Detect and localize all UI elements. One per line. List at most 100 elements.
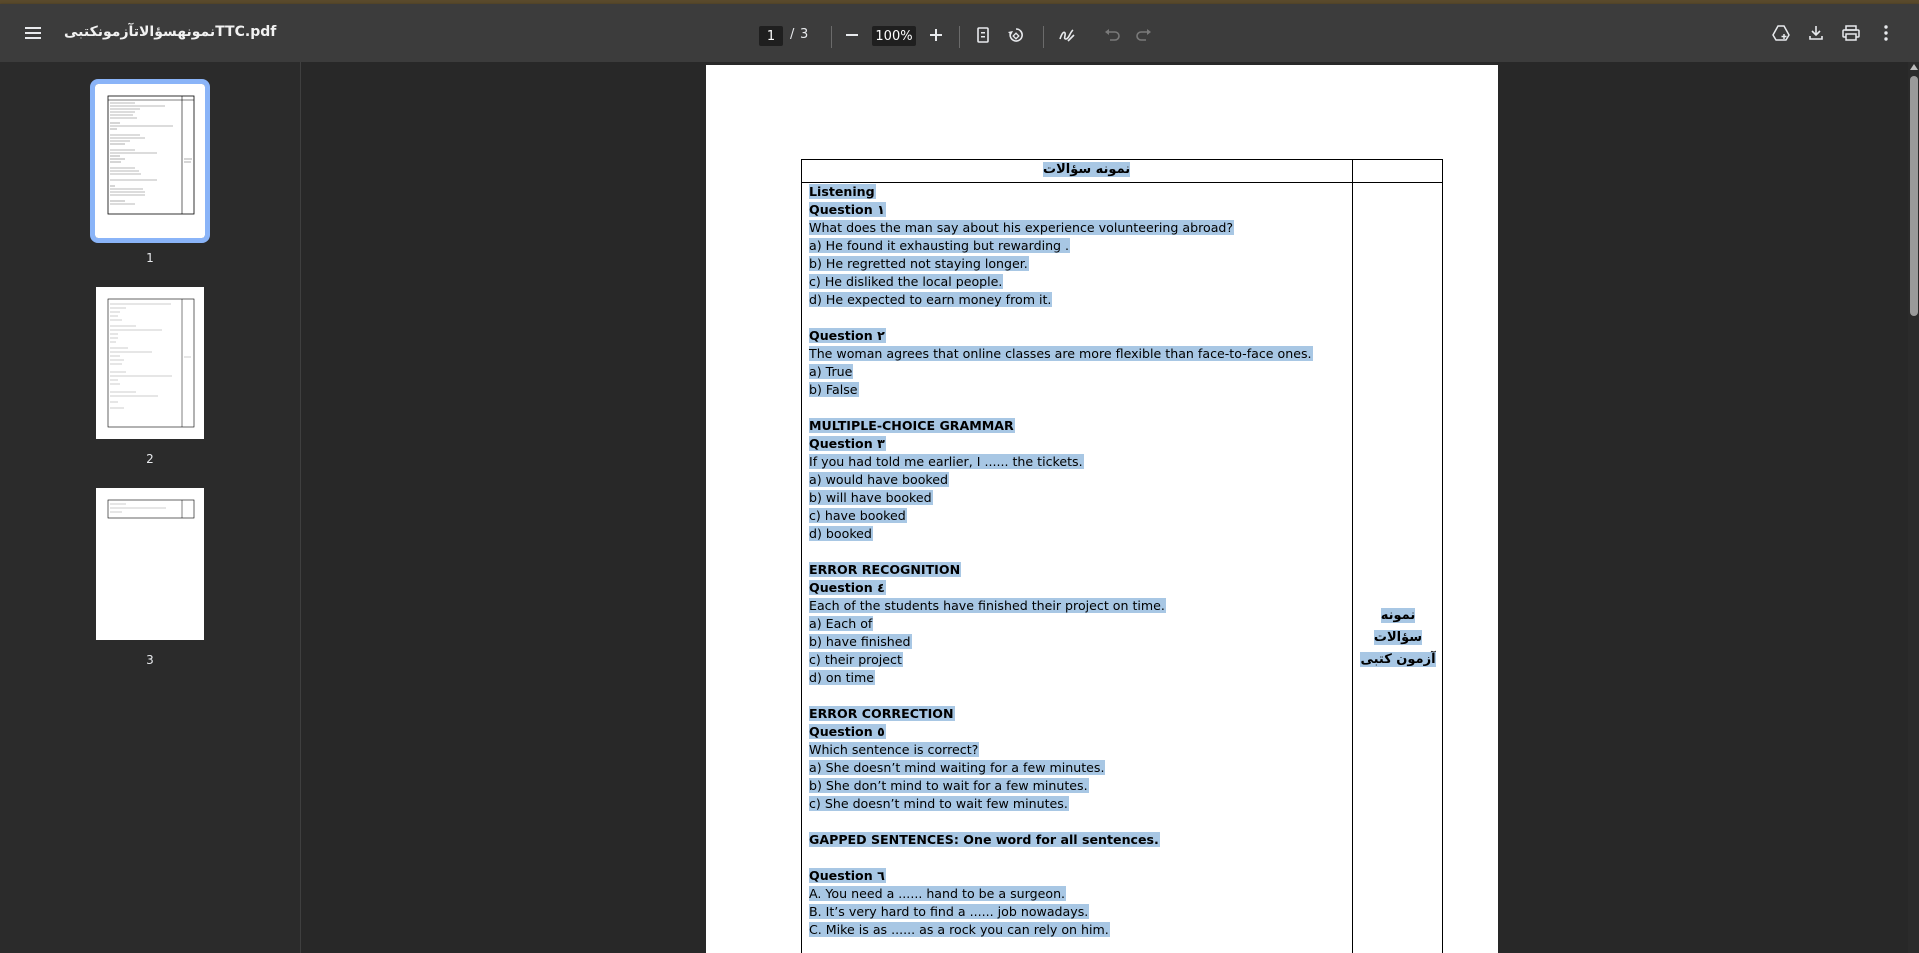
document-line: a) Each of xyxy=(809,615,1349,633)
minus-icon xyxy=(846,34,858,36)
thumbnail-page-1[interactable] xyxy=(90,79,210,243)
document-line-text: c) have booked xyxy=(809,508,907,523)
document-line: Question ٤ xyxy=(809,579,1349,597)
document-line: c) He disliked the local people. xyxy=(809,273,1349,291)
document-line: ERROR RECOGNITION xyxy=(809,561,1349,579)
zoom-out-button[interactable] xyxy=(839,22,865,48)
document-line: c) have booked xyxy=(809,507,1349,525)
plus-icon xyxy=(930,29,942,41)
document-line: a) She doesn’t mind waiting for a few mi… xyxy=(809,759,1349,777)
document-line: What does the man say about his experien… xyxy=(809,219,1349,237)
thumbnail-sidebar: 1 2 3 xyxy=(0,62,301,953)
document-line-text: a) Each of xyxy=(809,616,874,631)
document-line-text: b) have finished xyxy=(809,634,912,649)
document-viewer[interactable]: نمونه سؤالات Listening Question ١ What doe… xyxy=(301,62,1908,953)
page-separator: / xyxy=(790,27,795,42)
download-button[interactable] xyxy=(1801,18,1831,48)
more-options-button[interactable] xyxy=(1871,18,1901,48)
document-line: Listening xyxy=(809,183,1349,201)
document-line-text: b) He regretted not staying longer. xyxy=(809,256,1029,271)
toolbar-divider xyxy=(1043,26,1044,48)
table-header-row: نمونه سؤالات xyxy=(802,160,1442,183)
document-line-text: MULTIPLE-CHOICE GRAMMAR xyxy=(809,418,1015,433)
document-line-text: GAPPED SENTENCES: One word for all sente… xyxy=(809,832,1160,847)
undo-button[interactable] xyxy=(1099,22,1125,48)
document-line-text: a) True xyxy=(809,364,854,379)
zoom-level-input[interactable]: 100% xyxy=(872,26,916,46)
redo-button[interactable] xyxy=(1131,22,1157,48)
undo-icon xyxy=(1105,29,1120,41)
fit-page-button[interactable] xyxy=(970,22,996,48)
document-line: Which sentence is correct? xyxy=(809,741,1349,759)
thumbnail-page-2[interactable] xyxy=(96,287,204,439)
document-line: B. It’s very hard to find a ...... job n… xyxy=(809,903,1349,921)
document-line-text: What does the man say about his experien… xyxy=(809,220,1235,235)
document-line: c) She doesn’t mind to wait few minutes. xyxy=(809,795,1349,813)
side-label-line: آزمون کتبی xyxy=(1360,652,1436,667)
document-line-text: a) She doesn’t mind waiting for a few mi… xyxy=(809,760,1106,775)
toolbar-divider xyxy=(831,26,832,48)
question-content: Listening Question ١ What does the man say… xyxy=(809,183,1349,939)
document-line: d) He expected to earn money from it. xyxy=(809,291,1349,309)
thumbnail-page-3[interactable] xyxy=(96,488,204,640)
document-line-text: Question ١ xyxy=(809,202,886,217)
document-line-text: b) will have booked xyxy=(809,490,933,505)
document-line-text: a) He found it exhausting but rewarding … xyxy=(809,238,1071,253)
document-line-text: B. It’s very hard to find a ...... job n… xyxy=(809,904,1090,919)
scroll-up-arrow[interactable] xyxy=(1910,64,1918,70)
document-line: C. Mike is as ...... as a rock you can r… xyxy=(809,921,1349,939)
document-line: GAPPED SENTENCES: One word for all sente… xyxy=(809,831,1349,849)
document-line-text: b) She don’t mind to wait for a few minu… xyxy=(809,778,1089,793)
document-line-text: Question ٢ xyxy=(809,328,886,343)
table-header-title: نمونه سؤالات xyxy=(1043,162,1131,177)
zoom-in-button[interactable] xyxy=(923,22,949,48)
print-icon xyxy=(1842,25,1860,41)
fit-page-icon xyxy=(977,27,989,43)
annotate-button[interactable] xyxy=(1054,22,1080,48)
document-line-text: Which sentence is correct? xyxy=(809,742,980,757)
document-line: If you had told me earlier, I ...... the… xyxy=(809,453,1349,471)
menu-button[interactable] xyxy=(18,18,48,48)
toolbar-divider xyxy=(959,26,960,48)
document-line: Question ٢ xyxy=(809,327,1349,345)
document-line-text: Question ٤ xyxy=(809,580,886,595)
document-line: Each of the students have finished their… xyxy=(809,597,1349,615)
thumbnail-label: 1 xyxy=(146,251,154,265)
document-line: Question ٣ xyxy=(809,435,1349,453)
document-line-text: Question ٦ xyxy=(809,868,886,883)
vertical-scrollbar[interactable] xyxy=(1908,62,1919,953)
document-line-text: ERROR CORRECTION xyxy=(809,706,955,721)
document-line: b) have finished xyxy=(809,633,1349,651)
document-line: A. You need a ...... hand to be a surgeo… xyxy=(809,885,1349,903)
document-line: Question ٦ xyxy=(809,867,1349,885)
document-line: d) on time xyxy=(809,669,1349,687)
document-line: d) booked xyxy=(809,525,1349,543)
thumbnail-label: 3 xyxy=(146,653,154,667)
document-line: b) She don’t mind to wait for a few minu… xyxy=(809,777,1349,795)
print-button[interactable] xyxy=(1836,18,1866,48)
hamburger-menu-icon xyxy=(25,27,41,39)
question-table: نمونه سؤالات Listening Question ١ What doe… xyxy=(801,159,1443,953)
page-number-input[interactable]: 1 xyxy=(759,26,783,46)
redo-icon xyxy=(1136,29,1151,41)
side-label: نمونه سؤالات آزمون کتبی xyxy=(1360,605,1436,671)
document-line-text: d) He expected to earn money from it. xyxy=(809,292,1053,307)
document-line-text: The woman agrees that online classes are… xyxy=(809,346,1313,361)
document-line-text: c) their project xyxy=(809,652,903,667)
document-line: ERROR CORRECTION xyxy=(809,705,1349,723)
scrollbar-thumb[interactable] xyxy=(1910,76,1918,316)
page-total: 3 xyxy=(800,27,809,42)
document-line-text: b) False xyxy=(809,382,859,397)
document-line: a) He found it exhausting but rewarding … xyxy=(809,237,1349,255)
document-line: MULTIPLE-CHOICE GRAMMAR xyxy=(809,417,1349,435)
save-to-drive-button[interactable] xyxy=(1766,18,1796,48)
document-line-text: c) He disliked the local people. xyxy=(809,274,1004,289)
document-line: Question ٥ xyxy=(809,723,1349,741)
document-line-text: Question ٣ xyxy=(809,436,886,451)
document-line-text: C. Mike is as ...... as a rock you can r… xyxy=(809,922,1110,937)
page-preview xyxy=(107,95,195,215)
rotate-button[interactable] xyxy=(1003,22,1029,48)
document-line-text: Listening xyxy=(809,184,876,199)
pdf-toolbar: نمونهسؤالاتآزمونکتبیTTC.pdf 1 / 3 100% xyxy=(0,4,1919,62)
